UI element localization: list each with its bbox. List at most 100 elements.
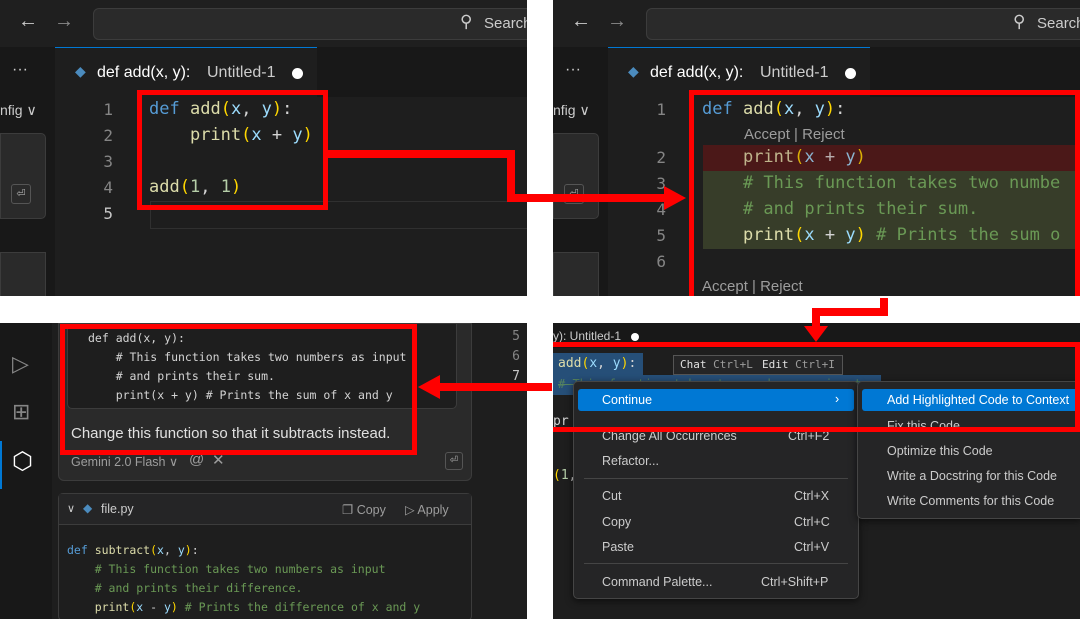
- menu-item-label: Refactor...: [602, 454, 659, 468]
- more-icon[interactable]: ···: [565, 61, 581, 79]
- collapse-chevron-icon[interactable]: ∨: [67, 502, 75, 515]
- tab-file-name: Untitled-1: [760, 64, 829, 81]
- menu-item[interactable]: Command Palette... Ctrl+Shift+P: [578, 571, 854, 593]
- sidebar-input-box[interactable]: ⏎: [553, 133, 599, 219]
- line-number: 5: [103, 204, 113, 223]
- comment-text: # Prints the difference of x and y: [184, 600, 421, 614]
- sidebar: ··· nfig ∨ ⏎: [0, 47, 55, 296]
- menu-item-shortcut: Ctrl+C: [794, 515, 830, 529]
- submenu-item-label: Write Comments for this Code: [887, 494, 1055, 508]
- line-number: 4: [656, 200, 666, 219]
- extensions-icon[interactable]: ⊞: [12, 399, 30, 425]
- file-name: file.py: [101, 502, 134, 516]
- active-indicator: [0, 441, 2, 489]
- python-file-icon: ◆: [75, 63, 86, 79]
- model-name: Gemini 2.0 Flash: [71, 455, 166, 469]
- code-line: print(x - y) # Prints the difference of …: [94, 600, 421, 614]
- apply-button[interactable]: ▷ Apply: [405, 502, 449, 517]
- highlight-box-menu: [553, 342, 1080, 432]
- line-number: 5: [512, 329, 520, 344]
- panel-original-code: ← → ⚲ Search ··· nfig ∨ ⏎ ◆ def add(x, y…: [0, 0, 527, 296]
- tab-title: def add(x, y):: [650, 64, 744, 81]
- python-file-icon: ◆: [628, 63, 639, 79]
- copy-label: Copy: [356, 503, 386, 517]
- menu-item-label: Command Palette...: [602, 575, 713, 589]
- menu-separator: [584, 478, 848, 479]
- comment-text: # and prints their difference.: [94, 581, 303, 595]
- back-arrow-icon[interactable]: ←: [18, 10, 38, 33]
- enter-icon[interactable]: ⏎: [11, 184, 31, 204]
- line-number: 1: [656, 100, 666, 119]
- editor-gutter: 5 6 7: [482, 323, 527, 619]
- flow-arrow-head: [664, 186, 686, 210]
- line-number: 2: [103, 126, 113, 145]
- python-file-icon: ◆: [83, 501, 93, 515]
- line-number: 6: [656, 252, 666, 271]
- run-debug-icon[interactable]: ▷: [12, 351, 29, 377]
- tab-file-name[interactable]: y): Untitled-1: [553, 329, 621, 343]
- menu-item-label: Cut: [602, 489, 622, 503]
- line-number: 3: [656, 174, 666, 193]
- unsaved-dot-icon[interactable]: [292, 68, 303, 79]
- enter-icon[interactable]: ⏎: [445, 452, 463, 470]
- model-selector[interactable]: Gemini 2.0 Flash ∨: [71, 454, 178, 469]
- menu-item[interactable]: Copy Ctrl+C: [578, 511, 854, 533]
- tab-title: def add(x, y):: [97, 64, 191, 81]
- code-block-header: ∨ ◆ file.py ❐ Copy ▷ Apply: [59, 494, 471, 525]
- forward-arrow-icon[interactable]: →: [54, 10, 74, 33]
- search-label: Search: [484, 15, 527, 32]
- highlight-box-original: [137, 90, 328, 210]
- forward-arrow-icon[interactable]: →: [607, 10, 627, 33]
- flow-arrow-head: [418, 375, 440, 399]
- sidebar-bottom-box: [0, 252, 46, 296]
- menu-item-label: Copy: [602, 515, 632, 529]
- menu-item-label: Paste: [602, 540, 634, 554]
- panel-ai-edit: ← → ⚲ Search ··· nfig ∨ ⏎ ◆ def add(x, y…: [553, 0, 1080, 296]
- line-number: 4: [103, 178, 113, 197]
- line-number: 6: [512, 349, 520, 364]
- flow-arrow-segment: [507, 194, 667, 202]
- search-icon: ⚲: [1013, 12, 1026, 31]
- submenu-item[interactable]: Optimize this Code: [862, 440, 1080, 462]
- activity-bar: ▷ ⊞ ⬡: [0, 323, 52, 619]
- submenu-item[interactable]: Write a Docstring for this Code: [862, 465, 1080, 487]
- continue-icon[interactable]: ⬡: [12, 447, 33, 476]
- line-number: 2: [656, 148, 666, 167]
- more-icon[interactable]: ···: [12, 61, 28, 79]
- submenu-item[interactable]: Write Comments for this Code: [862, 490, 1080, 512]
- highlight-box-chat: [60, 324, 417, 455]
- config-label[interactable]: nfig ∨: [553, 102, 590, 119]
- sidebar-bottom-box: [553, 252, 599, 296]
- menu-item[interactable]: Cut Ctrl+X: [578, 485, 854, 507]
- title-bar: ← → ⚲ Search: [553, 0, 1080, 47]
- tab-file-name: Untitled-1: [207, 64, 276, 81]
- flow-arrow-segment: [325, 150, 515, 158]
- code-line: def subtract(x, y):: [67, 543, 199, 557]
- menu-item-shortcut: Ctrl+V: [794, 540, 830, 554]
- menu-item[interactable]: Paste Ctrl+V: [578, 536, 854, 558]
- menu-item-shortcut: Ctrl+X: [794, 489, 830, 503]
- menu-item[interactable]: Refactor...: [578, 450, 854, 472]
- menu-separator: [584, 563, 848, 564]
- flow-arrow-segment: [440, 383, 552, 391]
- submenu-item-label: Optimize this Code: [887, 444, 993, 458]
- panel-chat-result: ▷ ⊞ ⬡ def add(x, y): # This function tak…: [0, 323, 527, 619]
- search-box[interactable]: ⚲ Search: [93, 8, 527, 40]
- code-line: # and prints their difference.: [67, 581, 303, 595]
- title-bar: ← → ⚲ Search: [0, 0, 527, 47]
- search-box[interactable]: ⚲ Search: [646, 8, 1080, 40]
- copy-button[interactable]: ❐ Copy: [342, 502, 386, 517]
- code-line: # This function takes two numbers as inp…: [67, 562, 386, 576]
- line-number: 1: [103, 100, 113, 119]
- line-number: 5: [656, 226, 666, 245]
- flow-arrow-segment: [812, 308, 888, 316]
- unsaved-dot-icon[interactable]: [845, 68, 856, 79]
- unsaved-dot-icon[interactable]: [631, 333, 639, 341]
- search-icon: ⚲: [460, 12, 473, 31]
- back-arrow-icon[interactable]: ←: [571, 10, 591, 33]
- config-label[interactable]: nfig ∨: [0, 102, 37, 119]
- sidebar-input-box[interactable]: ⏎: [0, 133, 46, 219]
- apply-label: Apply: [417, 503, 449, 517]
- search-label: Search: [1037, 15, 1080, 32]
- submenu-item-label: Write a Docstring for this Code: [887, 469, 1057, 483]
